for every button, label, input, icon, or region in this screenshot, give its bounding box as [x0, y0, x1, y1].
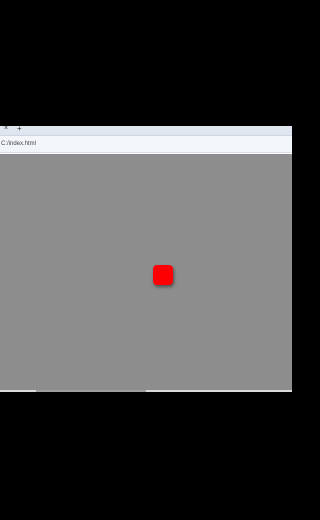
close-tab-icon[interactable]: × — [4, 124, 8, 133]
page-viewport[interactable] — [0, 154, 292, 390]
new-tab-icon[interactable]: + — [17, 124, 22, 133]
browser-window: × + C:/index.html — [0, 124, 292, 392]
tab-strip: × + — [0, 124, 292, 136]
address-bar[interactable]: C:/index.html — [0, 136, 292, 153]
screen-frame: × + C:/index.html — [0, 0, 292, 520]
red-square[interactable] — [153, 265, 173, 285]
scrollbar-thumb[interactable] — [36, 390, 146, 392]
bottom-scrollbar[interactable] — [0, 390, 292, 392]
url-text[interactable]: C:/index.html — [1, 139, 36, 149]
